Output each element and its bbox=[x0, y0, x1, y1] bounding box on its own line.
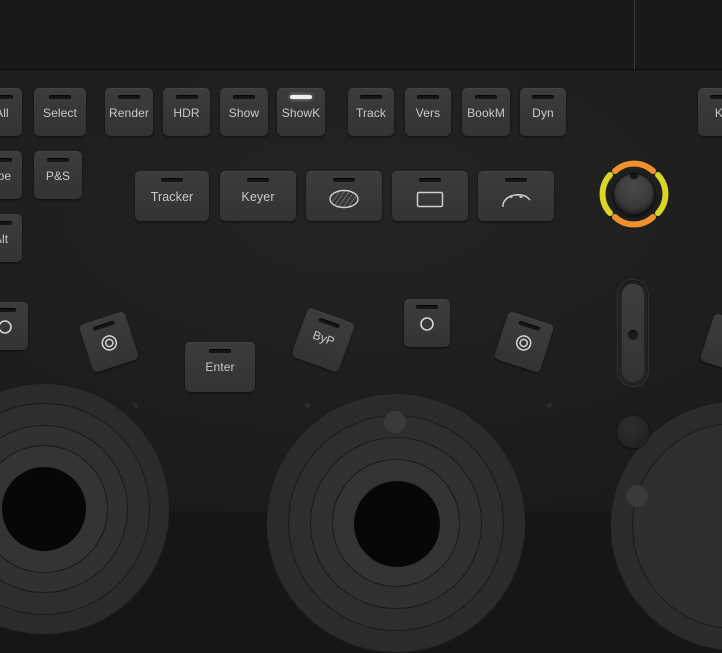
curve-window-icon bbox=[499, 188, 533, 210]
led-indicator bbox=[505, 178, 527, 182]
vertical-fader[interactable] bbox=[617, 279, 649, 387]
soft-button-track[interactable]: Track bbox=[348, 88, 394, 136]
led-indicator bbox=[47, 158, 69, 162]
soft-button-key[interactable]: K- bbox=[698, 88, 722, 136]
led-indicator bbox=[233, 95, 255, 99]
tool-button-curve-window[interactable] bbox=[478, 171, 554, 221]
led-indicator bbox=[333, 178, 355, 182]
led-indicator bbox=[710, 95, 722, 99]
surface-marker-dot bbox=[305, 403, 310, 408]
soft-button-label: Dyn bbox=[532, 106, 554, 120]
led-indicator bbox=[518, 320, 541, 332]
lower-button-double-ring-right[interactable] bbox=[493, 310, 555, 374]
joystick-knob[interactable] bbox=[613, 172, 655, 215]
led-indicator bbox=[532, 95, 554, 99]
soft-button-shape[interactable]: ape bbox=[0, 151, 22, 199]
soft-button-show[interactable]: Show bbox=[220, 88, 268, 136]
circle-icon bbox=[418, 315, 436, 333]
soft-button-label: Alt bbox=[0, 232, 9, 246]
lower-button-bypass[interactable]: ByP bbox=[290, 307, 356, 373]
trackball-right[interactable] bbox=[266, 393, 526, 653]
fader-thumb[interactable] bbox=[628, 330, 638, 340]
led-indicator bbox=[318, 317, 341, 329]
soft-button-label: Show bbox=[228, 106, 260, 120]
tool-button-keyer[interactable]: Keyer bbox=[220, 171, 296, 221]
tool-button-label: Tracker bbox=[150, 190, 194, 204]
lower-button-label: ByP bbox=[310, 327, 337, 349]
soft-button-label: ape bbox=[0, 169, 12, 183]
led-indicator bbox=[161, 178, 183, 182]
soft-button-vers[interactable]: Vers bbox=[405, 88, 451, 136]
rectangle-window-icon bbox=[413, 188, 447, 210]
lower-button-enter[interactable]: Enter bbox=[185, 342, 255, 392]
top-header-panel bbox=[0, 0, 722, 70]
led-indicator bbox=[0, 221, 12, 225]
led-indicator bbox=[0, 95, 13, 99]
trackball-left[interactable] bbox=[0, 383, 170, 635]
led-indicator bbox=[209, 349, 231, 353]
trackball-marker-dot bbox=[626, 485, 648, 507]
soft-button-all[interactable]: All bbox=[0, 88, 22, 136]
soft-button-pands[interactable]: P&S bbox=[34, 151, 82, 199]
lower-button-circle-left[interactable] bbox=[0, 302, 28, 350]
circle-icon bbox=[0, 318, 14, 336]
lower-button-double-ring-left[interactable] bbox=[78, 310, 140, 374]
soft-button-label: P&S bbox=[45, 169, 71, 183]
soft-button-showk[interactable]: ShowK bbox=[277, 88, 325, 136]
led-indicator bbox=[475, 95, 497, 99]
led-indicator bbox=[49, 95, 71, 99]
soft-button-label: All bbox=[0, 106, 9, 120]
double-ring-icon bbox=[97, 330, 122, 355]
led-indicator bbox=[247, 178, 269, 182]
lower-button-label: Enter bbox=[205, 360, 235, 374]
lower-button-circle-right[interactable] bbox=[404, 299, 450, 347]
led-indicator bbox=[419, 178, 441, 182]
ellipse-window-icon bbox=[327, 188, 361, 210]
joystick-arc-right bbox=[655, 172, 669, 216]
soft-button-label: HDR bbox=[173, 106, 200, 120]
led-indicator bbox=[360, 95, 382, 99]
surface-marker-dot bbox=[547, 403, 552, 408]
surface-marker-dot bbox=[133, 403, 138, 408]
surface-marker-dot bbox=[36, 406, 41, 411]
led-indicator bbox=[92, 320, 115, 332]
soft-button-label: Track bbox=[355, 106, 387, 120]
trackball-core[interactable] bbox=[354, 481, 440, 567]
soft-button-hdr[interactable]: HDR bbox=[163, 88, 210, 136]
led-indicator bbox=[416, 305, 438, 309]
led-indicator bbox=[118, 95, 140, 99]
soft-button-render[interactable]: Render bbox=[105, 88, 153, 136]
lower-button-partial-right[interactable] bbox=[699, 312, 722, 376]
led-indicator bbox=[290, 95, 312, 99]
joystick-arc-left bbox=[599, 172, 613, 216]
fader-track[interactable] bbox=[622, 284, 644, 382]
trackball-core[interactable] bbox=[2, 467, 86, 551]
trackball-marker-dot bbox=[384, 411, 406, 433]
soft-button-label: Select bbox=[43, 106, 77, 120]
led-indicator bbox=[0, 308, 16, 312]
soft-button-label: Vers bbox=[415, 106, 441, 120]
double-ring-icon bbox=[511, 330, 536, 355]
soft-button-label: ShowK bbox=[281, 106, 321, 120]
console-surface: All Select Render HDR Show ShowK Track V… bbox=[0, 71, 722, 653]
soft-button-label: BookM bbox=[467, 106, 505, 120]
pan-tilt-joystick[interactable] bbox=[597, 157, 671, 231]
led-indicator bbox=[417, 95, 439, 99]
tool-button-label: Keyer bbox=[241, 190, 275, 204]
led-indicator bbox=[0, 158, 12, 162]
soft-button-alt[interactable]: Alt bbox=[0, 214, 22, 262]
soft-button-bookmark[interactable]: BookM bbox=[462, 88, 510, 136]
tool-button-ellipse-window[interactable] bbox=[306, 171, 382, 221]
soft-button-label: K- bbox=[714, 106, 722, 120]
header-divider bbox=[634, 0, 635, 70]
soft-button-dyn[interactable]: Dyn bbox=[520, 88, 566, 136]
soft-button-select[interactable]: Select bbox=[34, 88, 86, 136]
tool-button-rectangle-window[interactable] bbox=[392, 171, 468, 221]
rotary-knob[interactable] bbox=[617, 416, 649, 448]
tool-button-tracker[interactable]: Tracker bbox=[135, 171, 209, 221]
led-indicator bbox=[175, 95, 198, 99]
soft-button-label: Render bbox=[109, 106, 149, 120]
